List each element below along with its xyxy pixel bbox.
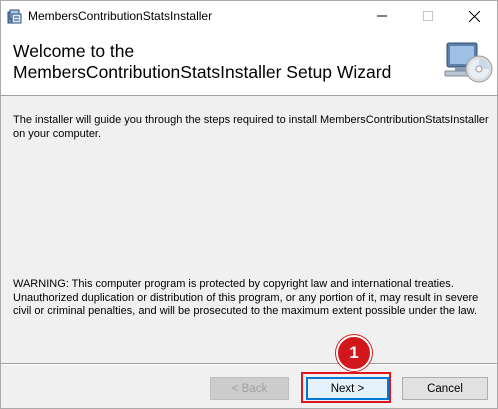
copyright-warning-text: WARNING: This computer program is protec… (13, 278, 479, 317)
installer-app-icon (7, 9, 22, 24)
minimize-button[interactable] (359, 1, 405, 31)
step-badge: 1 (336, 335, 372, 371)
page-title-line2: MembersContributionStatsInstaller Setup … (13, 62, 392, 82)
close-button[interactable] (451, 1, 497, 31)
maximize-button[interactable] (405, 1, 451, 31)
minimize-icon (377, 15, 387, 17)
next-button[interactable]: Next > (306, 377, 389, 400)
window-title: MembersContributionStatsInstaller (28, 9, 213, 23)
maximize-icon (423, 11, 433, 21)
intro-text: The installer will guide you through the… (13, 114, 489, 140)
page-title-line1: Welcome to the (13, 41, 135, 61)
button-separator (1, 363, 497, 365)
page-title: Welcome to the MembersContributionStatsI… (13, 41, 433, 83)
close-icon (468, 10, 480, 22)
back-button[interactable]: < Back (210, 377, 289, 400)
computer-cd-icon (444, 42, 493, 83)
title-bar[interactable]: MembersContributionStatsInstaller (1, 1, 497, 31)
wizard-header: Welcome to the MembersContributionStatsI… (1, 31, 497, 96)
installer-window: MembersContributionStatsInstaller Welcom… (0, 0, 498, 409)
cancel-button[interactable]: Cancel (402, 377, 488, 400)
